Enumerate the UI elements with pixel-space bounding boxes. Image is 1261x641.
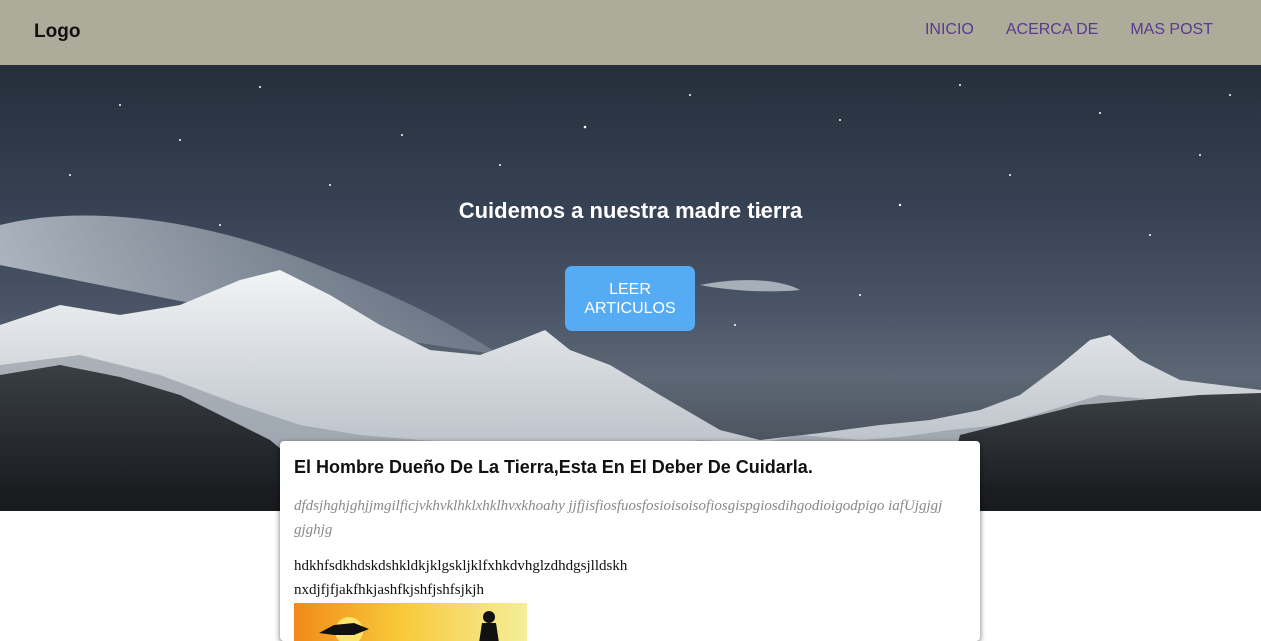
- hero-title: Cuidemos a nuestra madre tierra: [458, 198, 803, 223]
- article-body: hdkhfsdkhdskdshkldkjklgskljklfxhkdvhglzd…: [294, 554, 966, 602]
- navbar: Logo INICIO ACERCA DE MAS POST: [0, 0, 1261, 65]
- article-card: El Hombre Dueño De La Tierra,Esta En El …: [280, 441, 980, 641]
- nav-link-mas-post[interactable]: MAS POST: [1130, 20, 1213, 40]
- nav-link-acerca-de[interactable]: ACERCA DE: [1006, 20, 1098, 40]
- leer-articulos-button[interactable]: LEER ARTICULOS: [565, 266, 695, 331]
- article-title: El Hombre Dueño De La Tierra,Esta En El …: [294, 457, 813, 477]
- article-body-line: hdkhfsdkhdskdshkldkjklgskljklfxhkdvhglzd…: [294, 558, 628, 574]
- logo[interactable]: Logo: [34, 20, 80, 44]
- article-body-line: nxdjfjfjakfhkjashfkjshfjshfsjkjh: [294, 582, 484, 598]
- nav-links: INICIO ACERCA DE MAS POST: [925, 20, 1213, 40]
- article-subtitle: dfdsjhghjghjjmgilficjvkhvklhklxhklhvxkho…: [294, 498, 943, 538]
- nav-link-inicio[interactable]: INICIO: [925, 20, 974, 40]
- article-image: [294, 603, 527, 641]
